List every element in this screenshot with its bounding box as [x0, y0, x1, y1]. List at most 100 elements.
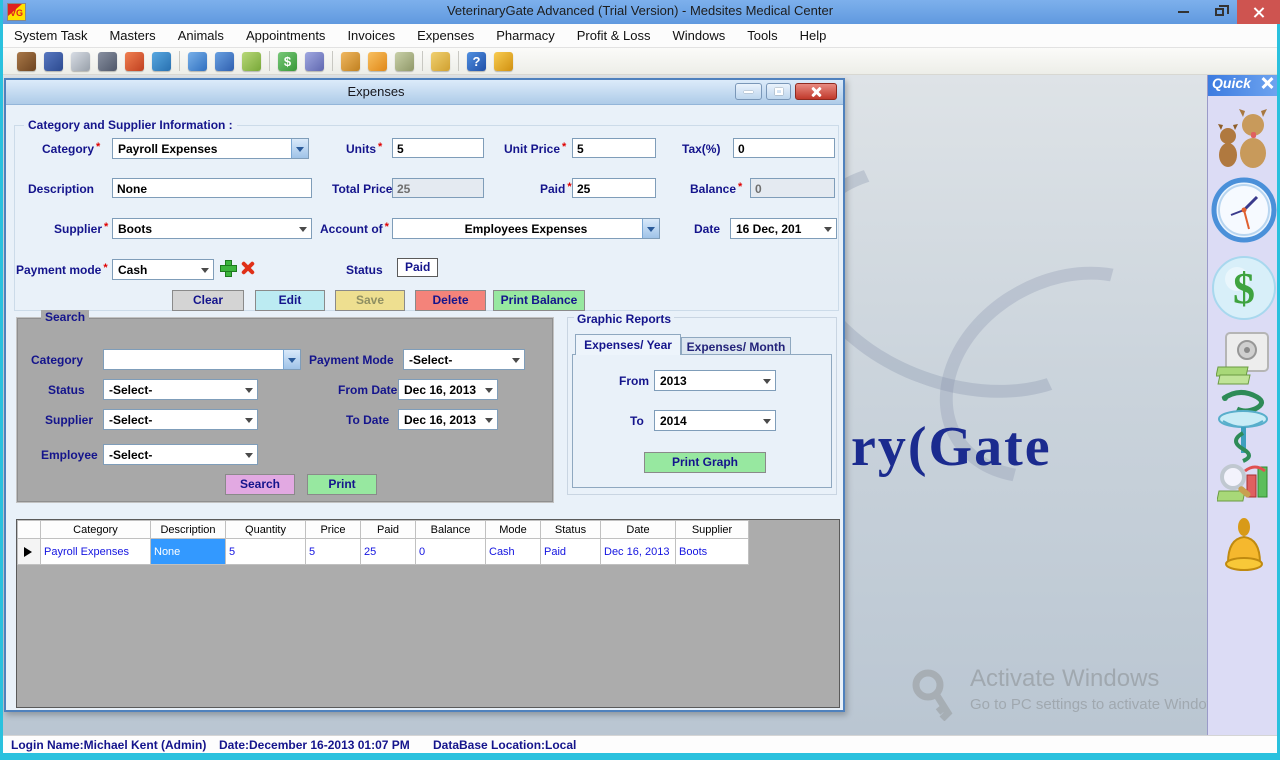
col-paid[interactable]: Paid: [361, 521, 416, 539]
package-icon[interactable]: [395, 52, 414, 71]
chevron-down-icon: [288, 358, 296, 367]
cell-description[interactable]: None: [151, 539, 226, 565]
cell-status[interactable]: Paid: [541, 539, 601, 565]
tab-expenses-year[interactable]: Expenses/ Year: [575, 334, 681, 355]
restore-button[interactable]: [1201, 0, 1237, 24]
search-category-label: Category: [31, 353, 83, 367]
col-date[interactable]: Date: [601, 521, 676, 539]
search-category-select[interactable]: [103, 349, 301, 370]
dialog-minimize-button[interactable]: [735, 83, 762, 100]
minimize-button[interactable]: [1165, 0, 1201, 24]
undo-arrow-icon[interactable]: [368, 52, 387, 71]
search-groupbox: Search Category Payment Mode -Select- St…: [16, 317, 554, 503]
unit-price-input[interactable]: [572, 138, 656, 158]
print-button[interactable]: Print: [307, 474, 377, 495]
menu-invoices[interactable]: Invoices: [336, 24, 406, 48]
clear-button[interactable]: Clear: [172, 290, 244, 311]
cell-paid[interactable]: 25: [361, 539, 416, 565]
col-category[interactable]: Category: [41, 521, 151, 539]
cell-category[interactable]: Payroll Expenses: [41, 539, 151, 565]
search-supplier-select[interactable]: -Select-: [103, 409, 258, 430]
payment-mode-select[interactable]: Cash: [112, 259, 214, 280]
quick-close-icon[interactable]: [1261, 77, 1273, 89]
menu-tools[interactable]: Tools: [736, 24, 788, 48]
col-mode[interactable]: Mode: [486, 521, 541, 539]
dollar-icon[interactable]: $: [1211, 255, 1277, 321]
chart-icon[interactable]: [305, 52, 324, 71]
clock-icon[interactable]: [1211, 177, 1277, 243]
search-status-select[interactable]: -Select-: [103, 379, 258, 400]
bell-icon[interactable]: [494, 52, 513, 71]
menu-expenses[interactable]: Expenses: [406, 24, 485, 48]
quick-panel-header: Quick: [1208, 75, 1277, 96]
cell-supplier[interactable]: Boots: [676, 539, 749, 565]
units-input[interactable]: [392, 138, 484, 158]
menu-masters[interactable]: Masters: [98, 24, 166, 48]
cell-price[interactable]: 5: [306, 539, 361, 565]
col-description[interactable]: Description: [151, 521, 226, 539]
dogs-icon[interactable]: [1215, 105, 1273, 169]
delete-payment-mode-icon[interactable]: [240, 260, 255, 275]
cell-balance[interactable]: 0: [416, 539, 486, 565]
menu-system-task[interactable]: System Task: [3, 24, 98, 48]
gr-from-select[interactable]: 2013: [654, 370, 776, 391]
col-status[interactable]: Status: [541, 521, 601, 539]
search-button[interactable]: Search: [225, 474, 295, 495]
print-balance-button[interactable]: Print Balance: [493, 290, 585, 311]
menu-profit-loss[interactable]: Profit & Loss: [566, 24, 662, 48]
col-supplier[interactable]: Supplier: [676, 521, 749, 539]
menu-pharmacy[interactable]: Pharmacy: [485, 24, 566, 48]
tab-expenses-month[interactable]: Expenses/ Month: [681, 337, 791, 355]
add-payment-mode-icon[interactable]: [220, 260, 235, 275]
help-icon[interactable]: ?: [467, 52, 486, 71]
category-select[interactable]: Payroll Expenses: [112, 138, 309, 159]
supplier-select[interactable]: Boots: [112, 218, 312, 239]
calendar-icon[interactable]: [215, 52, 234, 71]
dialog-restore-button[interactable]: [766, 83, 791, 100]
address-book-icon[interactable]: [44, 52, 63, 71]
save-button[interactable]: Save: [335, 290, 405, 311]
menu-animals[interactable]: Animals: [167, 24, 235, 48]
alarm-clock-icon[interactable]: [431, 52, 450, 71]
col-quantity[interactable]: Quantity: [226, 521, 306, 539]
menu-windows[interactable]: Windows: [661, 24, 736, 48]
description-input[interactable]: [112, 178, 312, 198]
pharmacy-bowl-icon[interactable]: [1215, 389, 1273, 465]
print-graph-button[interactable]: Print Graph: [644, 452, 766, 473]
bell-icon[interactable]: [1217, 517, 1271, 579]
to-date-select[interactable]: Dec 16, 2013: [398, 409, 498, 430]
table-row[interactable]: Payroll Expenses None 5 5 25 0 Cash Paid…: [18, 539, 749, 565]
col-price[interactable]: Price: [306, 521, 361, 539]
col-balance[interactable]: Balance: [416, 521, 486, 539]
date-select[interactable]: 16 Dec, 201: [730, 218, 837, 239]
menu-help[interactable]: Help: [789, 24, 838, 48]
account-of-select[interactable]: Employees Expenses: [392, 218, 660, 239]
employee-select[interactable]: -Select-: [103, 444, 258, 465]
dollar-coin-icon[interactable]: $: [278, 52, 297, 71]
close-button[interactable]: [1237, 0, 1280, 24]
cell-mode[interactable]: Cash: [486, 539, 541, 565]
edit-button[interactable]: Edit: [255, 290, 325, 311]
mail-icon[interactable]: [341, 52, 360, 71]
bird-icon[interactable]: [152, 52, 171, 71]
chevron-down-icon: [201, 268, 209, 277]
current-row-indicator[interactable]: [18, 539, 41, 565]
safe-money-icon[interactable]: [1216, 331, 1272, 389]
delete-button[interactable]: Delete: [415, 290, 486, 311]
microscope-icon[interactable]: [98, 52, 117, 71]
report-search-icon[interactable]: [1217, 461, 1271, 513]
menu-appointments[interactable]: Appointments: [235, 24, 337, 48]
dialog-close-button[interactable]: [795, 83, 837, 100]
from-date-select[interactable]: Dec 16, 2013: [398, 379, 498, 400]
search-payment-mode-select[interactable]: -Select-: [403, 349, 525, 370]
invoice-money-icon[interactable]: [242, 52, 261, 71]
dog-icon[interactable]: [17, 52, 36, 71]
cell-quantity[interactable]: 5: [226, 539, 306, 565]
tax-input[interactable]: [733, 138, 835, 158]
gr-to-select[interactable]: 2014: [654, 410, 776, 431]
syringe-icon[interactable]: [71, 52, 90, 71]
clock-icon[interactable]: [188, 52, 207, 71]
paid-input[interactable]: [572, 178, 656, 198]
cell-date[interactable]: Dec 16, 2013: [601, 539, 676, 565]
capsule-icon[interactable]: [125, 52, 144, 71]
